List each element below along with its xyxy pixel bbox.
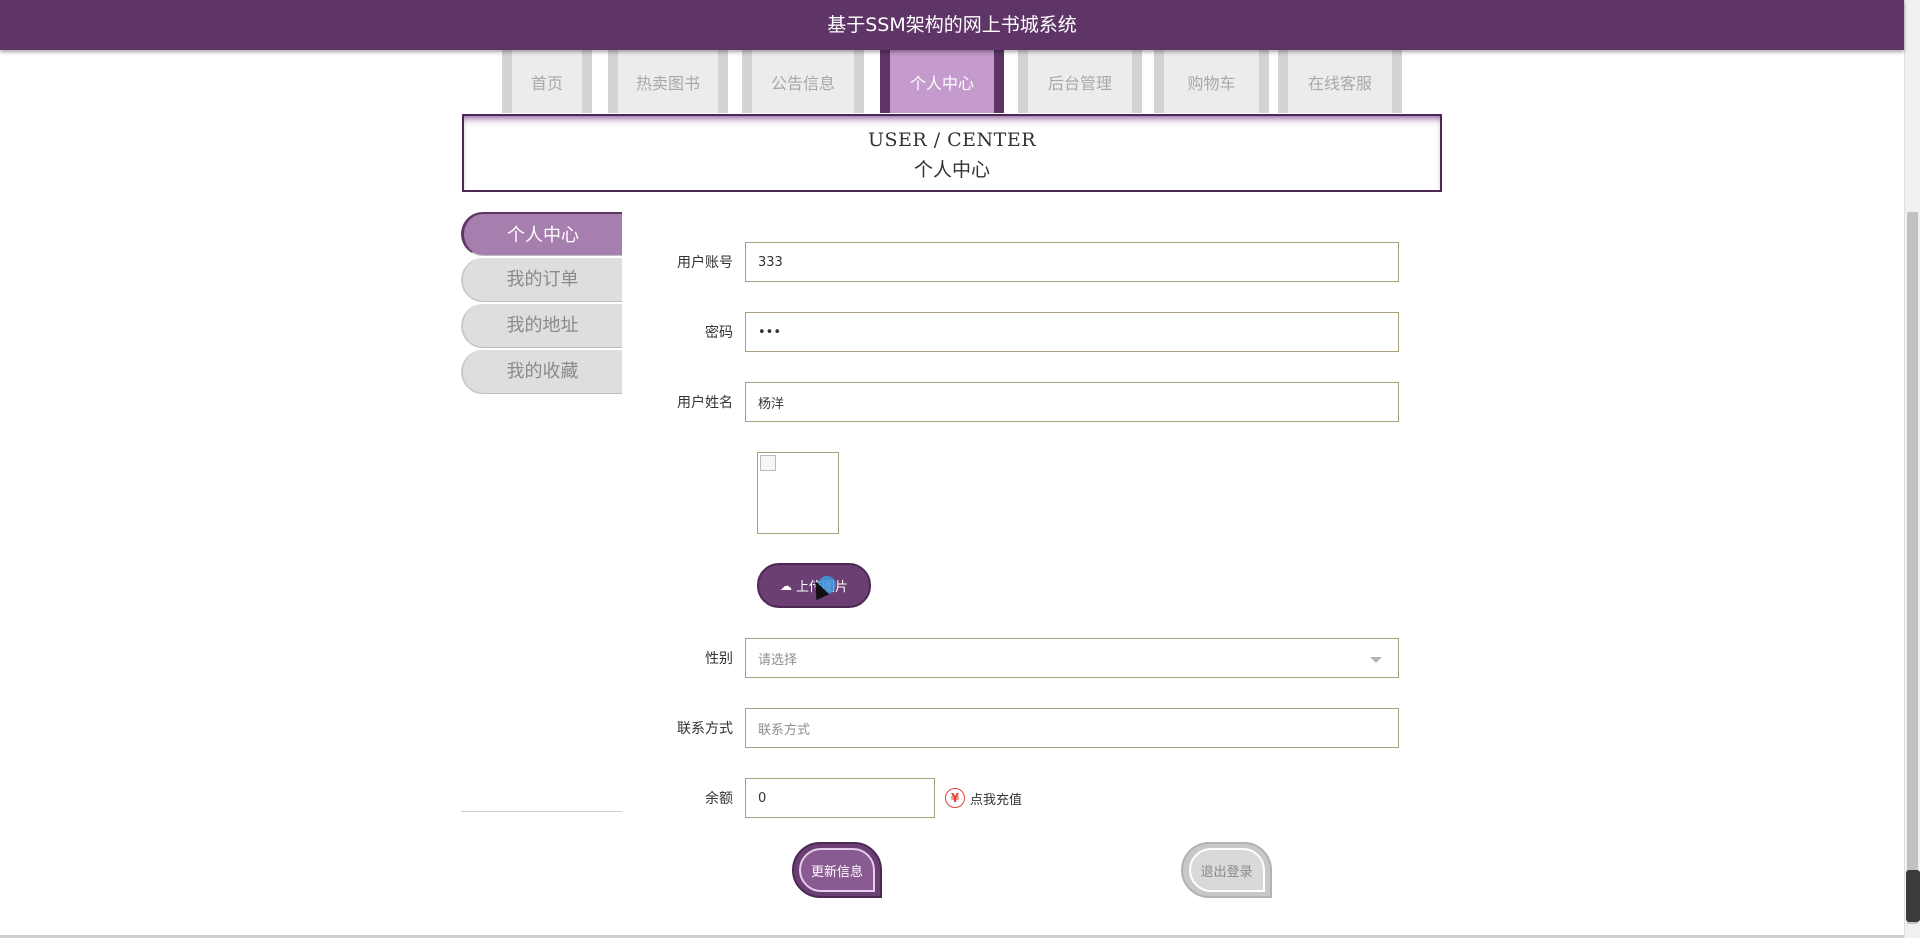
gender-select[interactable]: 请选择 [745, 638, 1399, 678]
side-item-user-center[interactable]: 个人中心 [461, 212, 622, 256]
nav-item-hot-books[interactable]: 热卖图书 [608, 50, 728, 113]
page-scrollbar[interactable] [1904, 0, 1920, 938]
section-title-box: USER / CENTER 个人中心 [462, 114, 1442, 192]
nav-item-cart[interactable]: 购物车 [1154, 50, 1269, 113]
gender-label: 性别 [705, 651, 733, 667]
password-row: 密码 ••• [660, 312, 1399, 352]
logout-button[interactable]: 退出登录 [1181, 842, 1272, 898]
nav-item-notices[interactable]: 公告信息 [742, 50, 864, 113]
nav-item-user-center[interactable]: 个人中心 [880, 50, 1004, 113]
nav-item-online-service[interactable]: 在线客服 [1278, 50, 1402, 113]
recharge-link[interactable]: ¥ 点我充值 [945, 788, 1022, 808]
chevron-down-icon [1370, 657, 1382, 663]
balance-row: 余额 0 ¥ 点我充值 [660, 778, 1022, 818]
balance-label: 余额 [705, 791, 733, 807]
gender-select-value: 请选择 [758, 652, 798, 668]
account-label: 用户账号 [677, 255, 733, 271]
page-header: 基于SSM架构的网上书城系统 [0, 0, 1904, 50]
side-item-my-favorites[interactable]: 我的收藏 [461, 350, 622, 394]
site-title: 基于SSM架构的网上书城系统 [827, 14, 1077, 36]
avatar-preview [757, 452, 839, 534]
update-info-button[interactable]: 更新信息 [792, 842, 882, 898]
account-row: 用户账号 333 [660, 242, 1399, 282]
account-input[interactable]: 333 [745, 242, 1399, 282]
name-label: 用户姓名 [677, 395, 733, 411]
password-label: 密码 [705, 325, 733, 341]
side-item-my-address[interactable]: 我的地址 [461, 304, 622, 348]
side-menu: 个人中心 我的订单 我的地址 我的收藏 [461, 212, 622, 396]
password-input[interactable]: ••• [745, 312, 1399, 352]
section-title-cn: 个人中心 [913, 159, 990, 181]
contact-row: 联系方式 联系方式 [660, 708, 1399, 748]
scrollbar-thumb[interactable] [1907, 212, 1918, 924]
balance-input[interactable]: 0 [745, 778, 935, 818]
cloud-upload-icon: ☁ [779, 578, 792, 593]
contact-label: 联系方式 [677, 721, 733, 737]
contact-input[interactable]: 联系方式 [745, 708, 1399, 748]
nav-item-home[interactable]: 首页 [502, 50, 592, 113]
recharge-label: 点我充值 [970, 792, 1023, 808]
yen-icon: ¥ [945, 788, 965, 808]
update-info-label: 更新信息 [799, 848, 875, 892]
broken-image-icon [760, 455, 776, 471]
side-menu-divider [461, 811, 622, 812]
side-item-my-orders[interactable]: 我的订单 [461, 258, 622, 302]
nav-item-admin[interactable]: 后台管理 [1018, 50, 1142, 113]
section-title-en: USER / CENTER [867, 129, 1037, 151]
gender-row: 性别 请选择 [660, 638, 1399, 678]
scrollbar-grip[interactable] [1906, 870, 1920, 922]
logout-label: 退出登录 [1188, 848, 1265, 892]
name-input[interactable]: 杨洋 [745, 382, 1399, 422]
name-row: 用户姓名 杨洋 [660, 382, 1399, 422]
